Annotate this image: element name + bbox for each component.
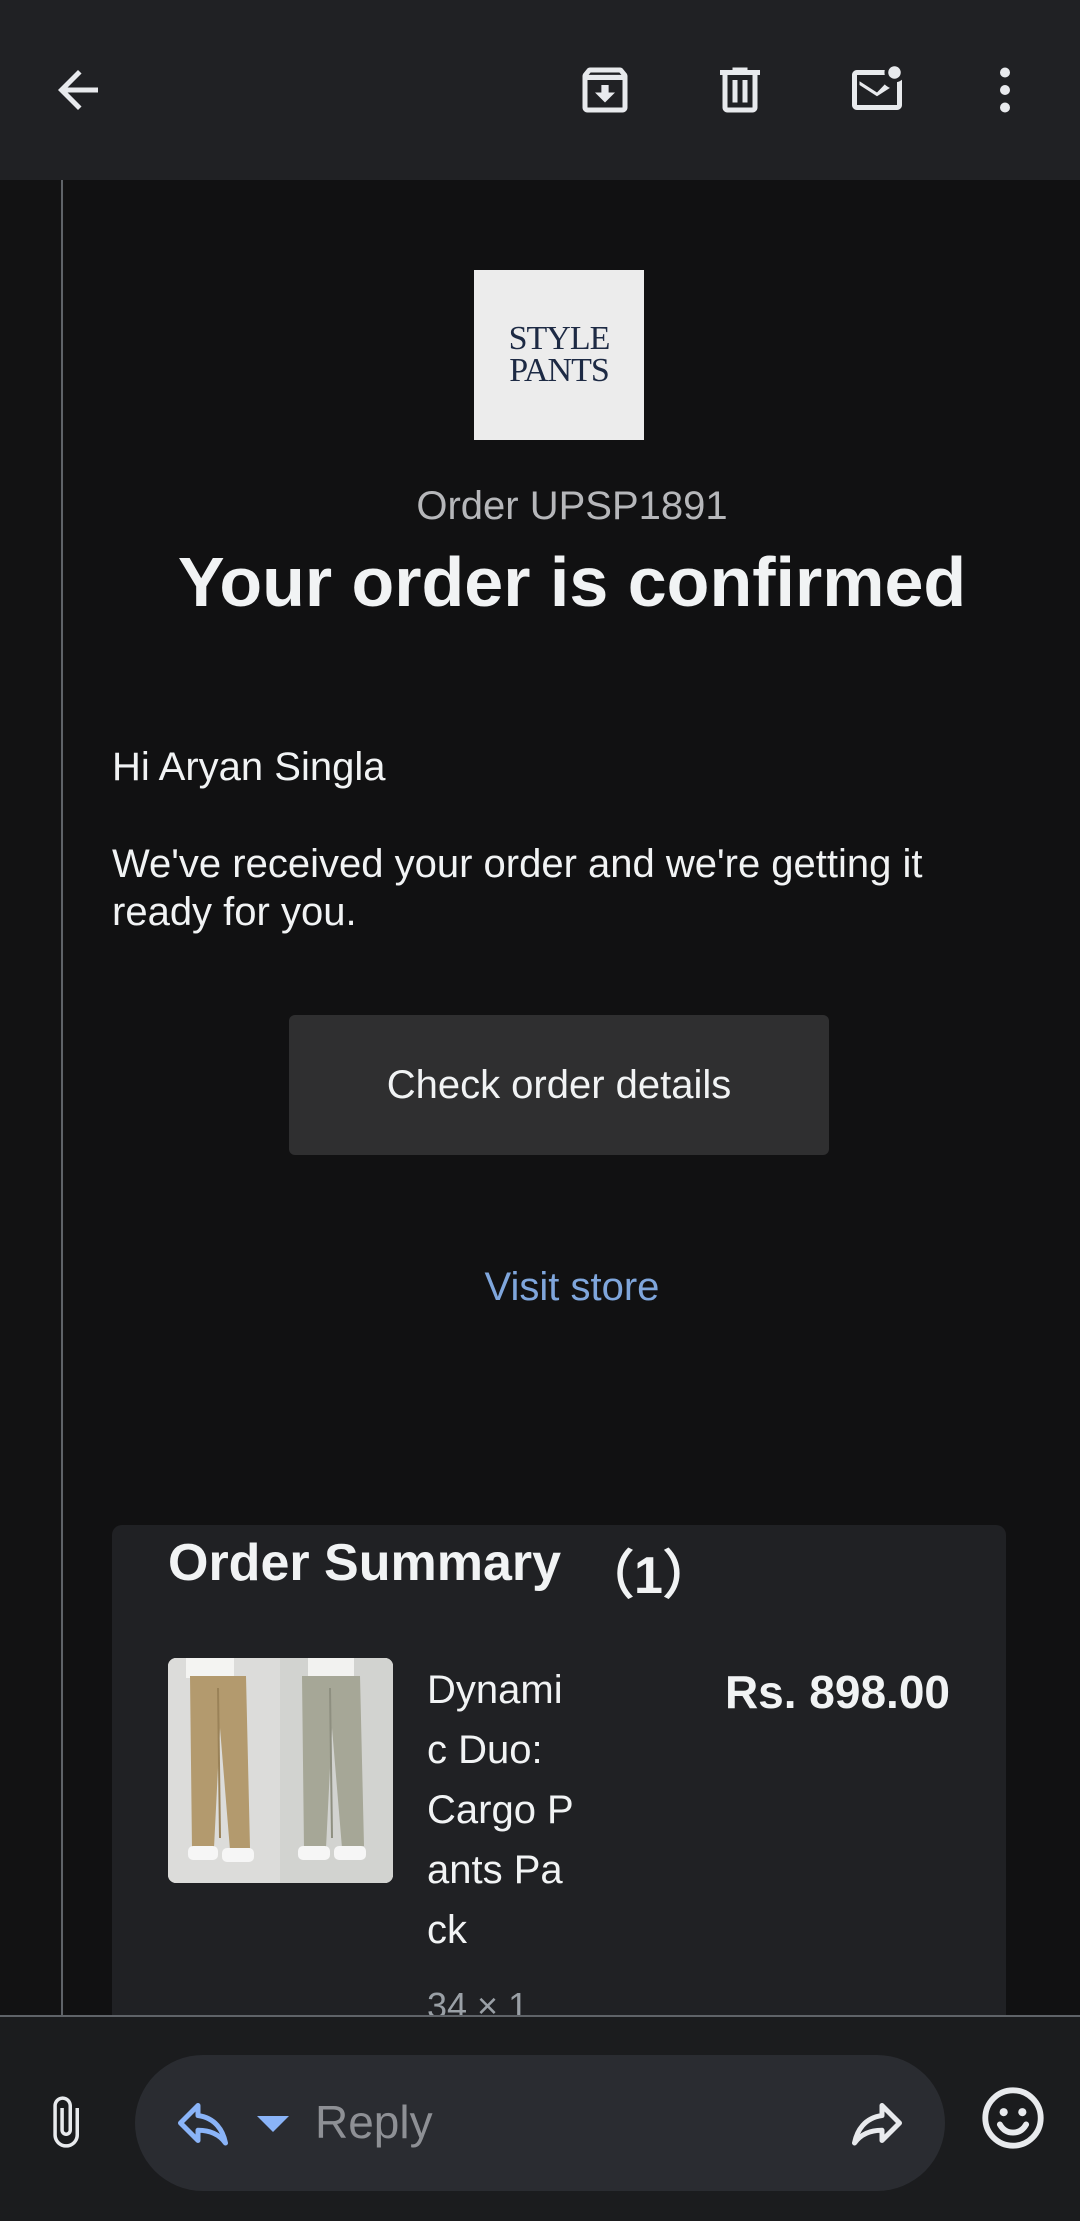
confirmation-message: We've received your order and we're gett… (112, 842, 923, 934)
mark-unread-icon[interactable] (837, 50, 917, 130)
product-name[interactable]: Dynamic Duo: Cargo Pants Pack (427, 1660, 577, 1960)
thread-divider-line (61, 180, 63, 2015)
archive-icon[interactable] (565, 50, 645, 130)
order-number: Order UPSP1891 (416, 484, 728, 528)
reply-placeholder[interactable]: Reply (315, 2095, 433, 2149)
logo-line-2: PANTS (509, 352, 610, 389)
reply-field[interactable]: Reply (135, 2055, 945, 2191)
visit-store-link[interactable]: Visit store (64, 1265, 1080, 1310)
caret-down-icon[interactable] (253, 2109, 293, 2139)
back-arrow-icon[interactable] (38, 50, 118, 130)
paperclip-icon[interactable] (30, 2087, 100, 2157)
store-logo: STYLE PANTS (474, 270, 644, 440)
emoji-icon[interactable] (978, 2083, 1048, 2153)
order-summary-card: Order Summary （1） Dynamic Duo: Cargo Pan… (112, 1525, 1006, 2015)
top-app-bar (0, 0, 1080, 180)
product-price: Rs. 898.00 (724, 1666, 950, 1718)
forward-icon[interactable] (847, 2093, 907, 2153)
order-summary-title: Order Summary (168, 1534, 562, 1592)
trash-icon[interactable] (700, 50, 780, 130)
more-vertical-icon[interactable] (965, 50, 1045, 130)
product-image[interactable] (168, 1658, 393, 1883)
product-variant: 34 × 1 (427, 1985, 529, 2015)
order-summary-count: （1） (582, 1547, 715, 1605)
check-order-details-button[interactable]: Check order details (289, 1015, 829, 1155)
reply-bar: Reply (0, 2015, 1080, 2221)
confirmation-headline: Your order is confirmed (177, 543, 967, 621)
reply-icon[interactable] (173, 2093, 233, 2153)
email-content-area[interactable]: STYLE PANTS Order UPSP1891 Your order is… (0, 180, 1080, 2015)
greeting-text: Hi Aryan Singla (112, 745, 386, 789)
email-body: STYLE PANTS Order UPSP1891 Your order is… (64, 180, 1080, 2015)
